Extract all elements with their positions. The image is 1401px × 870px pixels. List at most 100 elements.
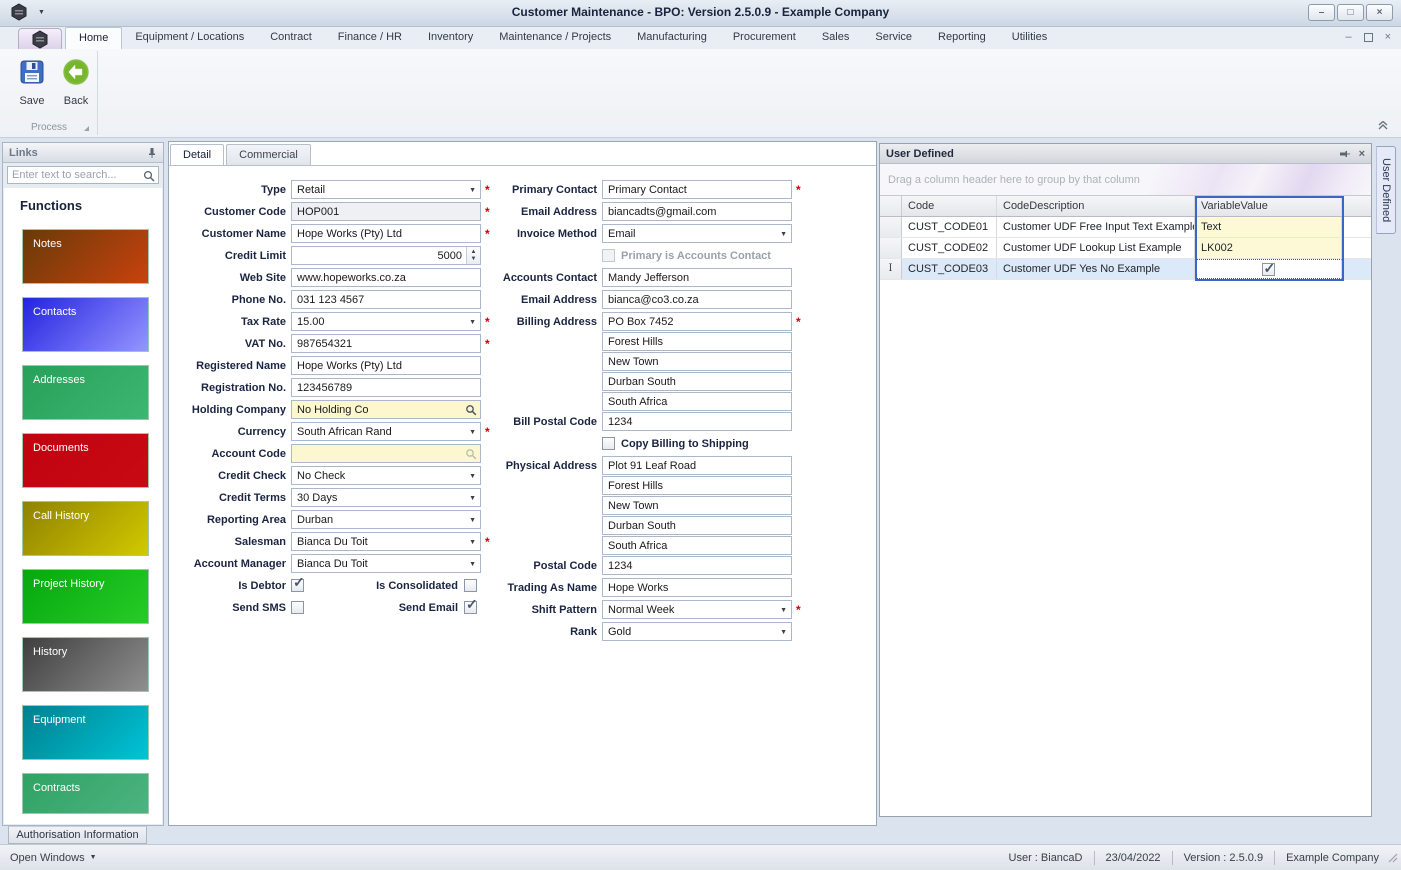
accounts-contact-field[interactable]: Mandy Jefferson [602,268,792,287]
ribbon-tab-reporting[interactable]: Reporting [925,27,999,49]
grid-row-3-selected[interactable]: I CUST_CODE03 Customer UDF Yes No Exampl… [880,259,1371,280]
search-icon[interactable] [143,170,155,185]
grid-row-1[interactable]: CUST_CODE01 Customer UDF Free Input Text… [880,217,1371,238]
billing-address-label: Billing Address [452,316,602,328]
physical-address-line5[interactable]: South Africa [602,536,792,555]
addresses-button[interactable]: Addresses [22,365,149,420]
email-address-2-field[interactable]: bianca@co3.co.za [602,290,792,309]
ribbon-tab-home[interactable]: Home [65,27,122,49]
title-bar: ▼ Customer Maintenance - BPO: Version 2.… [0,0,1401,27]
column-header-variablevalue[interactable]: VariableValue [1195,196,1342,216]
email-address-field[interactable]: biancadts@gmail.com [602,202,792,221]
cell-code[interactable]: CUST_CODE02 [902,238,997,258]
rank-dropdown[interactable]: Gold ▼ [602,622,792,641]
cell-variablevalue-checkbox-cell[interactable]: ✓ [1195,259,1342,279]
resize-grip-icon[interactable] [1386,851,1398,866]
history-button[interactable]: History [22,637,149,692]
mdi-close-button[interactable]: × [1385,31,1391,44]
cell-description[interactable]: Customer UDF Free Input Text Example [997,217,1195,237]
back-button[interactable]: Back [56,57,96,107]
billing-address-line5[interactable]: South Africa [602,392,792,411]
physical-address-line4[interactable]: Durban South [602,516,792,535]
chevron-down-icon[interactable]: ▼ [780,607,787,614]
udf-yes-no-checkbox[interactable]: ✓ [1262,263,1275,276]
call-history-button[interactable]: Call History [22,501,149,556]
primary-contact-field[interactable]: Primary Contact [602,180,792,199]
billing-address-line4[interactable]: Durban South [602,372,792,391]
ribbon-tab-maintenance-projects[interactable]: Maintenance / Projects [486,27,624,49]
group-by-bar[interactable]: Drag a column header here to group by th… [880,164,1371,196]
physical-address-line2[interactable]: Forest Hills [602,476,792,495]
shift-pattern-dropdown[interactable]: Normal Week▼ [602,600,792,619]
send-sms-checkbox[interactable] [291,601,304,614]
cell-description[interactable]: Customer UDF Lookup List Example [997,238,1195,258]
ribbon-tab-equipment-locations[interactable]: Equipment / Locations [122,27,257,49]
open-windows-menu[interactable]: Open Windows ▼ [10,852,97,864]
chevron-down-icon[interactable]: ▼ [780,231,787,238]
tab-detail[interactable]: Detail [170,144,224,166]
is-debtor-checkbox[interactable]: ✓ [291,579,304,592]
documents-button[interactable]: Documents [22,433,149,488]
column-header-codedescription[interactable]: CodeDescription [997,196,1195,216]
contracts-button[interactable]: Contracts [22,773,149,814]
contacts-button-label: Contacts [33,306,76,318]
trading-as-name-field[interactable]: Hope Works [602,578,792,597]
user-defined-grid: Code CodeDescription VariableValue CUST_… [880,196,1371,280]
billing-address-line1[interactable]: PO Box 7452 [602,312,792,331]
physical-address-line1[interactable]: Plot 91 Leaf Road [602,456,792,475]
ribbon-tab-finance-hr[interactable]: Finance / HR [325,27,415,49]
ribbon-tab-sales[interactable]: Sales [809,27,863,49]
notes-button[interactable]: Notes [22,229,149,284]
minimize-button[interactable]: – [1308,4,1335,21]
column-header-code[interactable]: Code [902,196,997,216]
pin-icon[interactable] [1339,149,1351,159]
search-input[interactable] [8,167,158,183]
billing-address-line3[interactable]: New Town [602,352,792,371]
group-dialog-launcher-icon[interactable] [84,126,89,131]
billing-address-line2[interactable]: Forest Hills [602,332,792,351]
accounts-contact-label: Accounts Contact [452,272,602,284]
cell-variablevalue[interactable]: Text [1195,217,1342,237]
primary-contact-value: Primary Contact [608,184,687,196]
close-panel-icon[interactable]: × [1359,148,1365,160]
postal-code-field[interactable]: 1234 [602,556,792,575]
mdi-minimize-button[interactable]: – [1345,31,1351,44]
cell-variablevalue[interactable]: LK002 [1195,238,1342,258]
maximize-button[interactable]: □ [1337,4,1364,21]
cell-description[interactable]: Customer UDF Yes No Example [997,259,1195,279]
project-history-button[interactable]: Project History [22,569,149,624]
equipment-button[interactable]: Equipment [22,705,149,760]
dock-tab-user-defined[interactable]: User Defined [1376,146,1396,234]
copy-billing-checkbox[interactable] [602,437,615,450]
contacts-button[interactable]: Contacts [22,297,149,352]
ribbon-tab-service[interactable]: Service [862,27,925,49]
application-button[interactable] [18,28,62,49]
registered-name-value: Hope Works (Pty) Ltd [297,360,402,372]
cell-code[interactable]: CUST_CODE03 [902,259,997,279]
tab-commercial[interactable]: Commercial [226,144,311,166]
is-consolidated-label: Is Consolidated [304,580,464,592]
bill-postal-code-field[interactable]: 1234 [602,412,792,431]
rank-value: Gold [608,626,631,638]
ribbon-tab-contract[interactable]: Contract [257,27,325,49]
mdi-restore-button[interactable] [1364,33,1373,42]
ribbon-tab-manufacturing[interactable]: Manufacturing [624,27,720,49]
ribbon-tab-utilities[interactable]: Utilities [999,27,1060,49]
close-button[interactable]: × [1366,4,1393,21]
save-button[interactable]: Save [12,57,52,107]
chevron-down-icon[interactable]: ▼ [780,629,787,636]
accounts-contact-value: Mandy Jefferson [608,272,689,284]
grid-row-2[interactable]: CUST_CODE02 Customer UDF Lookup List Exa… [880,238,1371,259]
physical-line5-value: South Africa [608,540,667,552]
ribbon-collapse-chevron-icon[interactable] [1377,121,1389,133]
pin-icon[interactable] [147,147,157,158]
physical-address-line3[interactable]: New Town [602,496,792,515]
salesman-label: Salesman [173,536,291,548]
authorisation-tab-label: Authorisation Information [16,829,138,841]
ribbon-tab-procurement[interactable]: Procurement [720,27,809,49]
invoice-method-dropdown[interactable]: Email▼ [602,224,792,243]
tab-authorisation-information[interactable]: Authorisation Information [8,826,147,844]
cell-code[interactable]: CUST_CODE01 [902,217,997,237]
account-code-label: Account Code [173,448,291,460]
ribbon-tab-inventory[interactable]: Inventory [415,27,486,49]
